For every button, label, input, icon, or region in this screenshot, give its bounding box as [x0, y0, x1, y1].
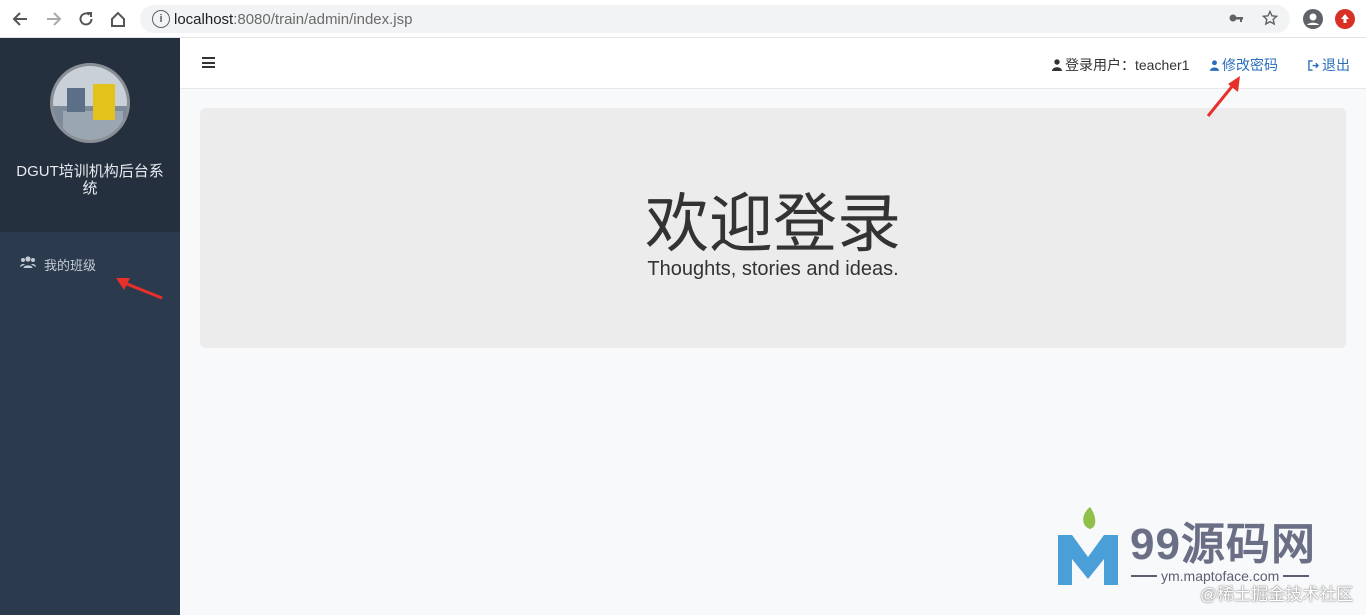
user-icon	[1052, 58, 1062, 74]
key-icon[interactable]	[1228, 10, 1244, 31]
forward-icon[interactable]	[42, 7, 66, 31]
avatar	[50, 63, 130, 143]
sign-out-icon	[1308, 58, 1320, 74]
home-icon[interactable]	[106, 7, 130, 31]
annotation-arrow-icon	[1206, 76, 1240, 117]
url-text[interactable]: localhost:8080/train/admin/index.jsp	[174, 11, 412, 28]
watermark-brand: 99源码网	[1130, 520, 1316, 569]
info-icon[interactable]: i	[152, 10, 170, 28]
url-host: localhost	[174, 11, 234, 28]
watermark-juejin: @稀土掘金技术社区	[1200, 585, 1354, 604]
top-header: 登录用户：teacher1 修改密码 退出	[180, 38, 1366, 89]
browser-toolbar: i localhost:8080/train/admin/index.jsp	[0, 0, 1366, 38]
system-title: DGUT培训机构后台系统	[16, 163, 164, 197]
account-icon[interactable]	[1303, 9, 1323, 29]
back-icon[interactable]	[8, 7, 32, 31]
welcome-heading: 欢迎登录	[645, 188, 901, 260]
sidebar-item-label: 我的班级	[44, 258, 97, 273]
current-user-label: 登录用户：teacher1	[1065, 57, 1190, 73]
extension-icon[interactable]	[1335, 9, 1355, 29]
current-user: 登录用户：teacher1	[1052, 55, 1189, 75]
logout-label: 退出	[1322, 57, 1350, 73]
welcome-tagline: Thoughts, stories and ideas.	[647, 258, 899, 280]
watermark-logo	[1058, 507, 1118, 585]
sidebar-header: DGUT培训机构后台系统	[0, 38, 180, 232]
url-path: :8080/train/admin/index.jsp	[233, 11, 413, 28]
reload-icon[interactable]	[74, 7, 98, 31]
address-bar[interactable]: i localhost:8080/train/admin/index.jsp	[140, 5, 1290, 33]
annotation-arrow-icon	[116, 278, 163, 300]
star-icon[interactable]	[1261, 9, 1279, 31]
sidebar: DGUT培训机构后台系统 我的班级	[0, 38, 180, 615]
users-icon	[20, 255, 36, 269]
menu-toggle-icon[interactable]	[202, 57, 215, 68]
welcome-banner: 欢迎登录 Thoughts, stories and ideas.	[200, 108, 1346, 348]
logout-link[interactable]: 退出	[1308, 55, 1350, 75]
